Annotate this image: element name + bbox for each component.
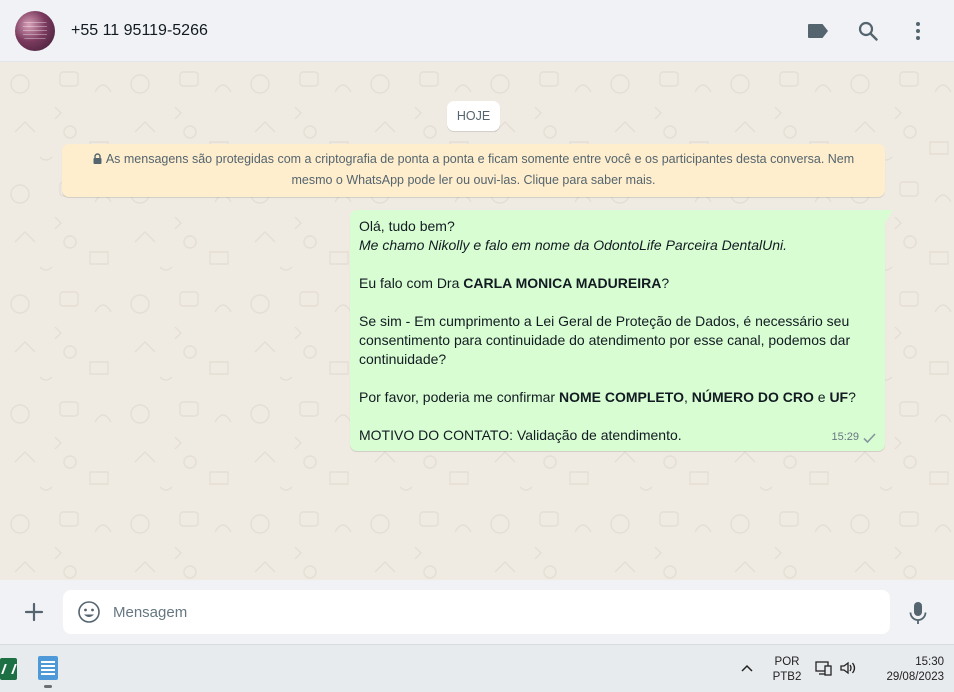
chat-header: +55 11 95119-5266 <box>0 0 954 62</box>
microphone-icon[interactable] <box>906 600 930 626</box>
message-time: 15:29 <box>831 431 859 443</box>
message-line: Me chamo Nikolly e falo em nome da Odont… <box>359 237 787 253</box>
attach-plus-icon[interactable] <box>22 600 46 624</box>
windows-taskbar: POR PTB2 15:30 29/08/2023 <box>0 644 954 692</box>
bubble-tail <box>885 210 893 223</box>
message-line: Eu falo com Dra CARLA MONICA MADUREIRA? <box>359 275 670 291</box>
message-input-box[interactable] <box>63 590 890 634</box>
outgoing-message[interactable]: Olá, tudo bem? Me chamo Nikolly e falo e… <box>350 210 893 451</box>
message-line: MOTIVO DO CONTATO: Validação de atendime… <box>359 427 682 443</box>
volume-icon[interactable] <box>839 660 857 676</box>
chat-panel[interactable]: HOJE As mensagens são protegidas com a c… <box>0 62 954 580</box>
emoji-icon[interactable] <box>77 600 101 624</box>
doctor-name: CARLA MONICA MADUREIRA <box>463 275 662 291</box>
contact-avatar[interactable] <box>15 11 55 51</box>
message-line: Se sim - Em cumprimento a Lei Geral de P… <box>359 313 851 367</box>
system-clock[interactable]: 15:30 29/08/2023 <box>862 655 944 685</box>
message-line: Olá, tudo bem? <box>359 218 455 234</box>
encryption-notice[interactable]: As mensagens são protegidas com a cripto… <box>62 144 885 197</box>
active-app-indicator <box>44 685 52 688</box>
lock-icon <box>93 151 102 171</box>
contact-name[interactable]: +55 11 95119-5266 <box>71 22 208 40</box>
message-line: Por favor, poderia me confirmar NOME COM… <box>359 389 856 405</box>
date-chip: HOJE <box>447 101 500 131</box>
encryption-notice-text: As mensagens são protegidas com a cripto… <box>105 152 855 187</box>
message-input[interactable] <box>113 590 873 634</box>
notepad-app-icon[interactable] <box>38 656 58 680</box>
excel-app-icon[interactable] <box>0 658 17 680</box>
input-language[interactable]: POR PTB2 <box>770 655 804 685</box>
check-icon <box>863 432 876 443</box>
search-icon[interactable] <box>855 18 881 44</box>
composer-bar <box>0 580 954 644</box>
chevron-up-icon[interactable] <box>740 662 754 674</box>
message-meta: 15:29 <box>831 428 876 447</box>
network-icon[interactable] <box>815 660 833 676</box>
label-icon[interactable] <box>805 18 831 44</box>
menu-icon[interactable] <box>905 18 931 44</box>
